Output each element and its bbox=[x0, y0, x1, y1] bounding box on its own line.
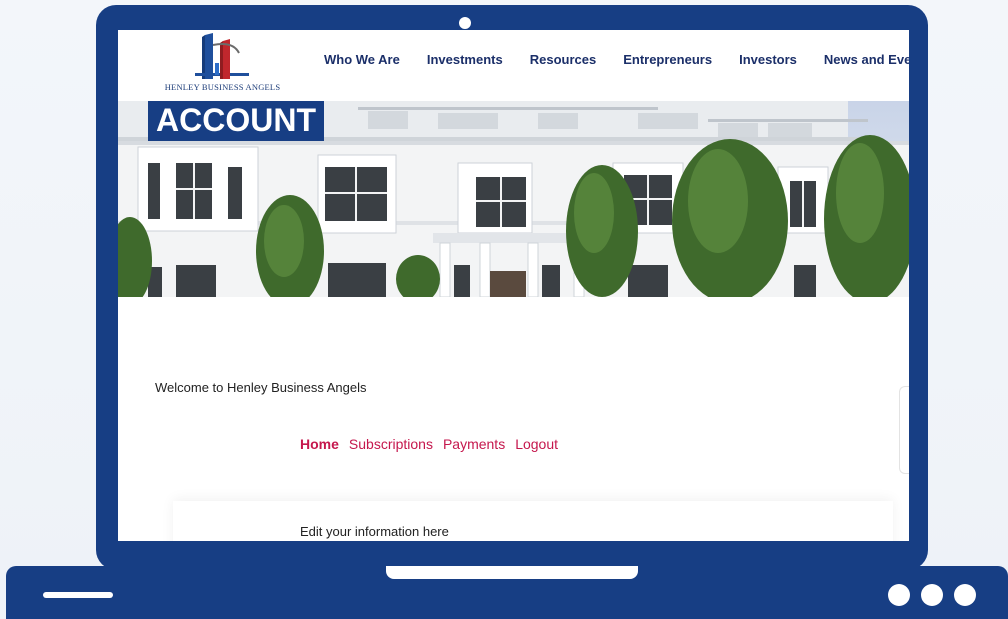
dot bbox=[888, 584, 910, 606]
camera-dot bbox=[459, 17, 471, 29]
side-widget-tab[interactable] bbox=[899, 386, 909, 474]
account-nav-logout[interactable]: Logout bbox=[515, 436, 558, 452]
edit-info-text: Edit your information here bbox=[300, 524, 449, 539]
nav-investors[interactable]: Investors bbox=[739, 52, 797, 67]
laptop-hinge bbox=[386, 566, 638, 579]
page-title: ACCOUNT bbox=[148, 101, 324, 141]
welcome-text: Welcome to Henley Business Angels bbox=[155, 380, 367, 395]
nav-resources[interactable]: Resources bbox=[530, 52, 596, 67]
logo-text: HENLEY BUSINESS ANGELS bbox=[164, 82, 281, 92]
edit-panel bbox=[173, 501, 893, 541]
logo-mark-icon bbox=[195, 33, 249, 79]
account-nav-subscriptions[interactable]: Subscriptions bbox=[349, 436, 433, 452]
hero-banner: ACCOUNT bbox=[118, 101, 909, 297]
account-nav-home[interactable]: Home bbox=[300, 436, 339, 452]
screen: HENLEY BUSINESS ANGELS Who We Are Invest… bbox=[118, 30, 909, 541]
logo[interactable]: HENLEY BUSINESS ANGELS bbox=[155, 33, 290, 95]
base-decoration-line bbox=[43, 592, 113, 598]
nav-investments[interactable]: Investments bbox=[427, 52, 503, 67]
account-nav-payments[interactable]: Payments bbox=[443, 436, 505, 452]
dot bbox=[921, 584, 943, 606]
nav-news-and-events[interactable]: News and Ever bbox=[824, 52, 909, 67]
dot bbox=[954, 584, 976, 606]
base-dots bbox=[888, 584, 976, 606]
account-nav: Home Subscriptions Payments Logout bbox=[300, 436, 558, 452]
main-nav: Who We Are Investments Resources Entrepr… bbox=[324, 52, 909, 67]
site-header: HENLEY BUSINESS ANGELS Who We Are Invest… bbox=[118, 30, 909, 101]
nav-entrepreneurs[interactable]: Entrepreneurs bbox=[623, 52, 712, 67]
nav-who-we-are[interactable]: Who We Are bbox=[324, 52, 400, 67]
